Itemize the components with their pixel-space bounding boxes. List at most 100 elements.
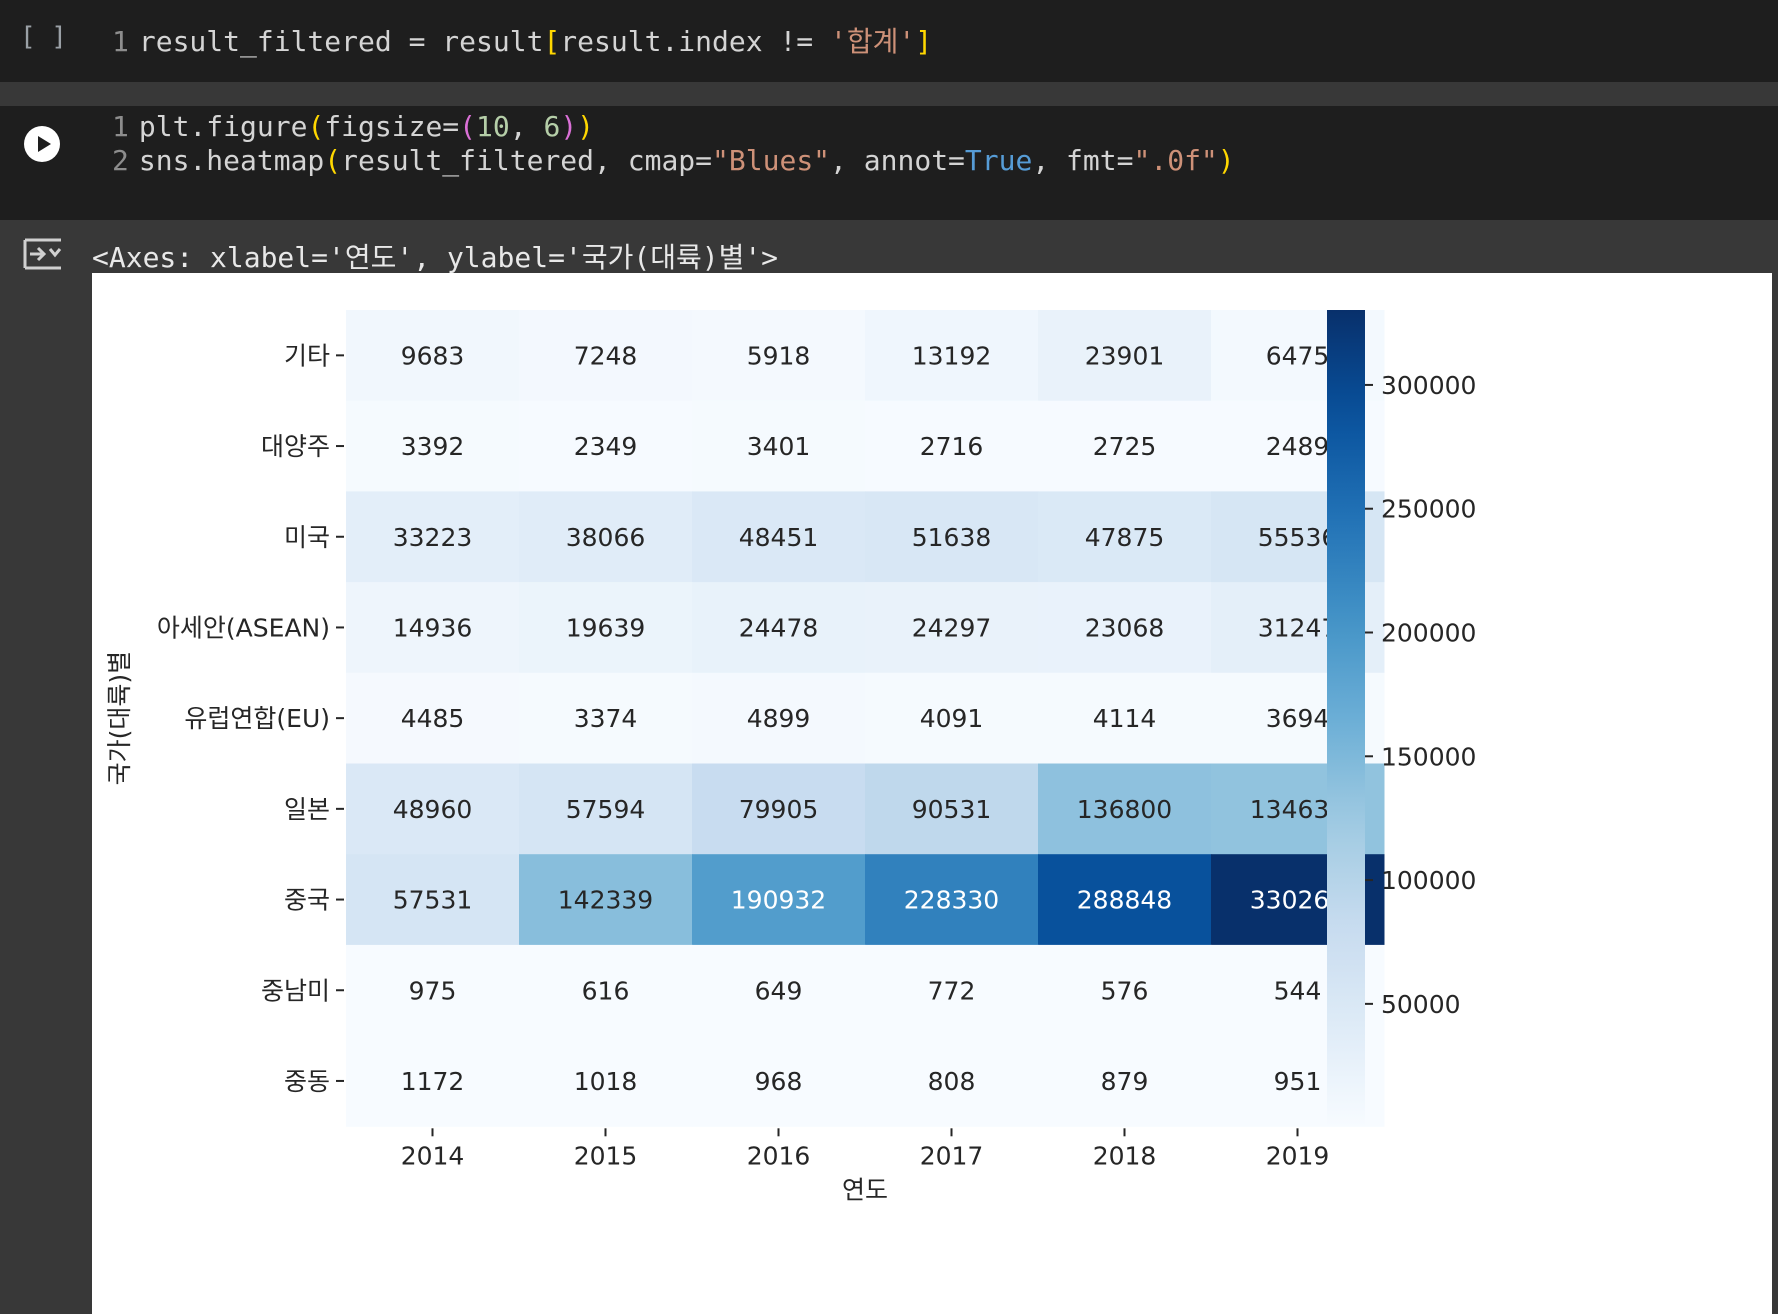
- cell-annotation: 48451: [739, 523, 819, 552]
- cell-annotation: 2725: [1093, 432, 1157, 461]
- cell-annotation: 4485: [401, 704, 465, 733]
- x-tick-label: 2018: [1093, 1141, 1157, 1170]
- code-token: ]: [915, 25, 933, 58]
- cell-annotation: 4899: [747, 704, 811, 733]
- heatmap-chart: 9683 7248 5918 13192 23901 6475 3392 2349 3401 27…: [105, 310, 1476, 1204]
- code-token: (: [324, 144, 342, 177]
- cell-annotation: 14936: [393, 613, 473, 642]
- cell-annotation: 4091: [920, 704, 984, 733]
- code-string: ".0f": [1133, 144, 1218, 177]
- cell-gap: [0, 82, 1778, 106]
- cell-annotation: 2489: [1266, 432, 1330, 461]
- line-number: 1: [112, 110, 129, 143]
- cell-annotation: 879: [1101, 1067, 1149, 1096]
- y-tick-label: 유럽연합(EU): [184, 704, 330, 733]
- y-tick-label: 아세안(ASEAN): [157, 613, 330, 642]
- x-tick-label: 2019: [1266, 1141, 1330, 1170]
- x-tick-label: 2017: [920, 1141, 984, 1170]
- code-token: figsize=: [324, 110, 460, 143]
- code-token: ): [577, 110, 595, 143]
- y-tick-label: 대양주: [261, 432, 330, 461]
- cell-annotation: 33223: [393, 523, 473, 552]
- code-keyword: True: [964, 144, 1033, 177]
- cell-run-indicator[interactable]: [ ]: [20, 22, 67, 52]
- cell-annotation: 5918: [747, 341, 811, 370]
- cell-annotation: 968: [755, 1067, 803, 1096]
- code-cell-1[interactable]: [ ] 1 result_filtered = result[result.ind…: [0, 0, 1778, 83]
- code-token: ,: [509, 110, 544, 143]
- cell-annotation: 576: [1101, 976, 1149, 1005]
- code-token: (: [459, 110, 477, 143]
- cell-annotation: 2716: [920, 432, 984, 461]
- colorbar: [1327, 310, 1365, 1127]
- cell-annotation: 3694: [1266, 704, 1330, 733]
- cell-annotation: 3392: [401, 432, 465, 461]
- y-axis-label: 국가(대륙)별: [105, 651, 134, 786]
- cell-annotation: 24478: [739, 613, 819, 642]
- cell-annotation: 57594: [566, 795, 646, 824]
- colorbar-tick-label: 250000: [1381, 495, 1476, 524]
- code-number: 6: [543, 110, 561, 143]
- code-token: result_filtered = result: [138, 25, 544, 58]
- cell-annotation: 31247: [1258, 613, 1338, 642]
- cell-annotation: 9683: [401, 341, 465, 370]
- code-token: result.index !=: [560, 25, 831, 58]
- cell-annotation: 616: [582, 976, 630, 1005]
- code-string: "Blues": [712, 144, 831, 177]
- colorbar-tick-label: 150000: [1381, 742, 1476, 771]
- colorbar-tick-label: 300000: [1381, 371, 1476, 400]
- cell-annotation: 19639: [566, 613, 646, 642]
- output-text: <Axes: xlabel='연도', ylabel='국가(대륙)별'>: [92, 241, 779, 274]
- y-tick-label: 일본: [284, 795, 330, 824]
- cell-annotation: 24297: [912, 613, 992, 642]
- code-cell-2[interactable]: 1 plt.figure(figsize=(10, 6)) 2 sns.heatma…: [0, 106, 1778, 220]
- cell-annotation: 190932: [731, 886, 826, 915]
- cell-annotation: 57531: [393, 886, 473, 915]
- cell-annotation: 55536: [1258, 523, 1338, 552]
- cell-annotation: 7248: [574, 341, 638, 370]
- cell-output: <Axes: xlabel='연도', ylabel='국가(대륙)별'> 96…: [0, 220, 1778, 1314]
- cell-annotation: 1172: [401, 1067, 465, 1096]
- colorbar-tick-label: 100000: [1381, 866, 1476, 895]
- cell-annotation: 3401: [747, 432, 811, 461]
- code-token: ): [1217, 144, 1235, 177]
- cell-annotation: 288848: [1077, 886, 1172, 915]
- cell-annotation: 38066: [566, 523, 646, 552]
- code-line-1[interactable]: 1 plt.figure(figsize=(10, 6)): [112, 110, 594, 143]
- cell-annotation: 79905: [739, 795, 819, 824]
- cell-annotation: 1018: [574, 1067, 638, 1096]
- line-number: 2: [112, 144, 129, 177]
- x-tick-label: 2014: [401, 1141, 465, 1170]
- cell-annotation: 544: [1274, 976, 1322, 1005]
- y-tick-label: 중동: [284, 1067, 330, 1096]
- cell-annotation: 975: [409, 976, 457, 1005]
- cell-annotation: 23068: [1085, 613, 1165, 642]
- cell-annotation: 808: [928, 1067, 976, 1096]
- code-string: '합계': [830, 25, 916, 58]
- cell-annotation: 2349: [574, 432, 638, 461]
- cell-annotation: 51638: [912, 523, 992, 552]
- cell-annotation: 772: [928, 976, 976, 1005]
- y-tick-label: 기타: [284, 341, 330, 370]
- code-token: plt.figure: [138, 110, 308, 143]
- cell-annotation: 4114: [1093, 704, 1157, 733]
- x-tick-label: 2015: [574, 1141, 638, 1170]
- run-cell-button[interactable]: [24, 126, 60, 162]
- cell-annotation: 649: [755, 976, 803, 1005]
- code-token: , fmt=: [1032, 144, 1134, 177]
- cell-annotation: 228330: [904, 886, 999, 915]
- cell-annotation: 47875: [1085, 523, 1165, 552]
- code-token: ): [560, 110, 578, 143]
- cell-annotation: 48960: [393, 795, 473, 824]
- cell-annotation: 13192: [912, 341, 992, 370]
- y-tick-label: 중국: [284, 886, 330, 915]
- output-toggle-icon[interactable]: [22, 234, 64, 274]
- y-tick-label: 미국: [284, 523, 330, 552]
- code-token: , annot=: [830, 144, 965, 177]
- code-line-1[interactable]: 1 result_filtered = result[result.index !…: [112, 20, 932, 60]
- cell-annotation: 951: [1274, 1067, 1322, 1096]
- code-token: [: [543, 25, 561, 58]
- line-number: 1: [112, 25, 129, 58]
- code-line-2[interactable]: 2 sns.heatmap(result_filtered, cmap="Blue…: [112, 144, 1235, 177]
- code-token: (: [307, 110, 325, 143]
